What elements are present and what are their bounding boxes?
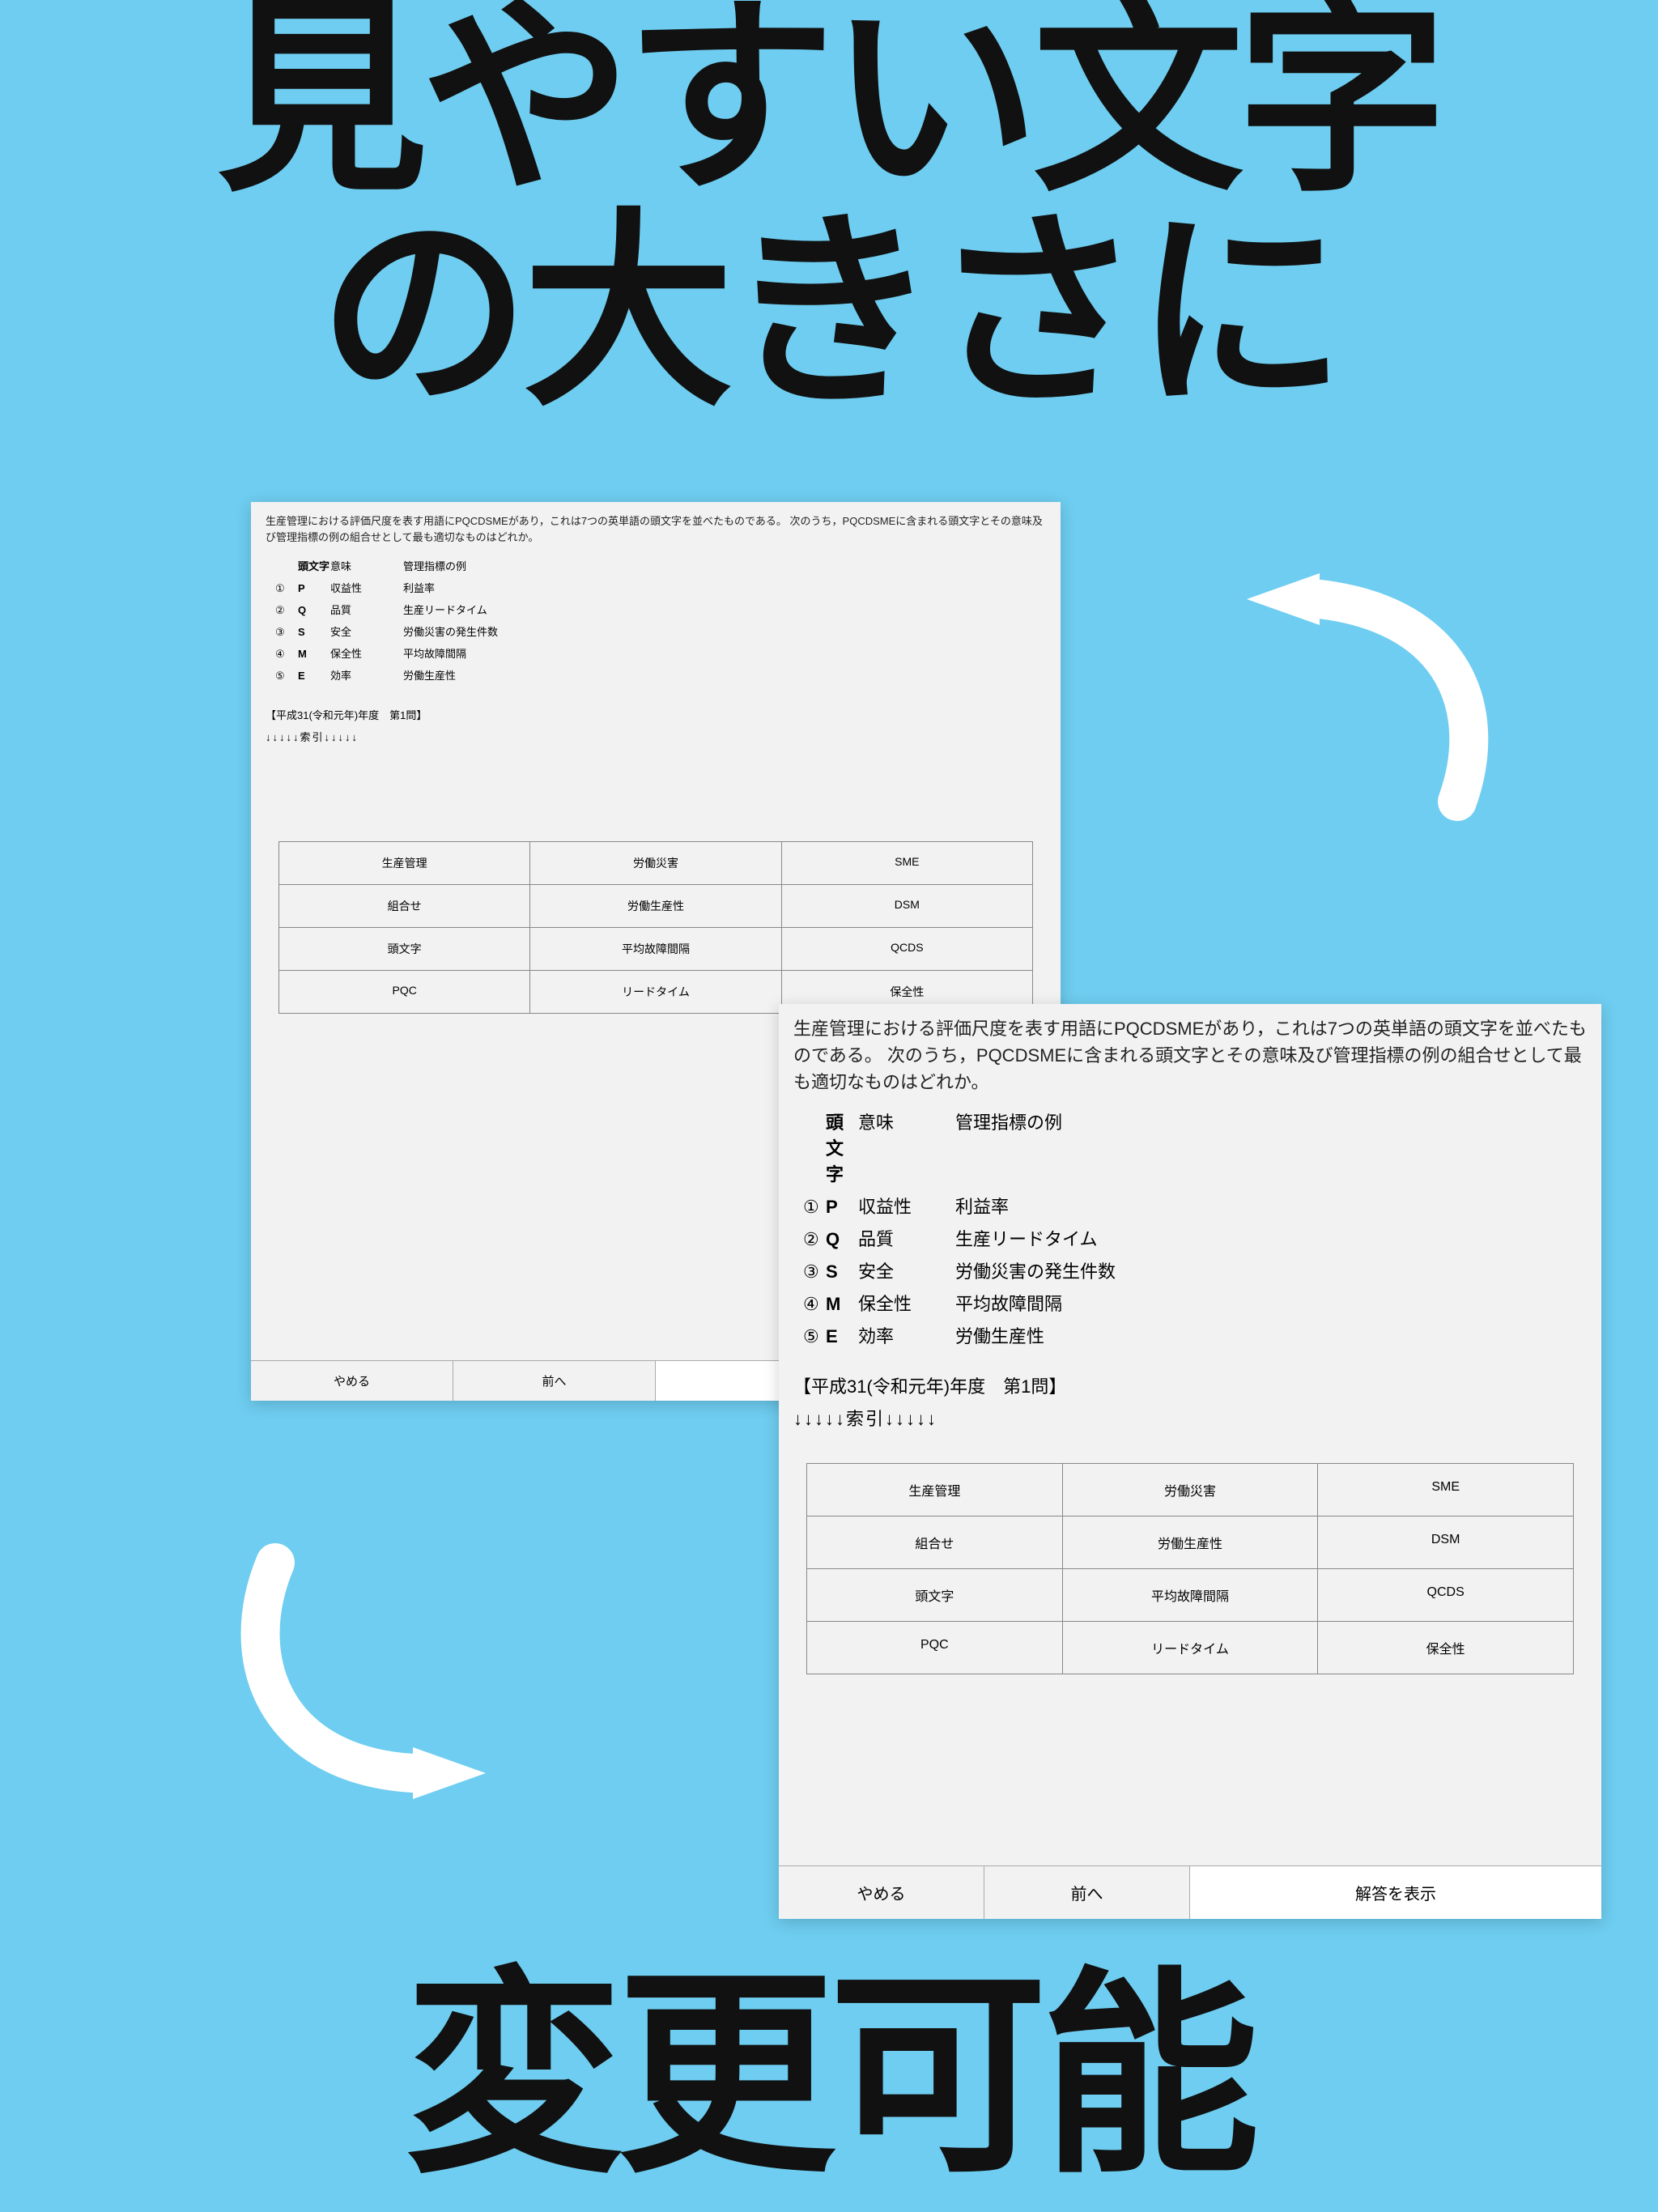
grid-cell[interactable]: SME [1318, 1464, 1574, 1516]
index-marker: ↓↓↓↓↓索引↓↓↓↓↓ [793, 1405, 1601, 1431]
prev-button[interactable]: 前へ [984, 1866, 1190, 1919]
grid-cell[interactable]: 生産管理 [807, 1464, 1063, 1516]
promo-headline-top: 見やすい文字 の大きさに [0, 0, 1658, 421]
grid-cell[interactable]: SME [782, 842, 1033, 885]
grid-cell[interactable]: 平均故障間隔 [530, 928, 781, 971]
definition-table: 頭文字 意味 管理指標の例 ①P収益性利益率 ②Q品質生産リードタイム ③S安全… [803, 1105, 1601, 1351]
definition-table: 頭文字 意味 管理指標の例 ①P収益性利益率 ②Q品質生産リードタイム ③S安全… [275, 555, 1061, 686]
grid-cell[interactable]: 組合せ [279, 885, 530, 928]
grid-cell[interactable]: リードタイム [1063, 1622, 1319, 1674]
grid-cell[interactable]: 頭文字 [279, 928, 530, 971]
question-text: 生産管理における評価尺度を表す用語にPQCDSMEがあり，これは7つの英単語の頭… [779, 1004, 1601, 1099]
grid-cell[interactable]: 労働生産性 [530, 885, 781, 928]
arrow-icon [1077, 551, 1498, 842]
grid-cell[interactable]: 頭文字 [807, 1569, 1063, 1622]
grid-cell[interactable]: リードタイム [530, 971, 781, 1014]
grid-cell[interactable]: QCDS [1318, 1569, 1574, 1622]
grid-cell[interactable]: DSM [1318, 1516, 1574, 1569]
grid-cell[interactable]: PQC [279, 971, 530, 1014]
grid-cell[interactable]: 労働災害 [1063, 1464, 1319, 1516]
answer-grid: 生産管理 労働災害 SME 組合せ 労働生産性 DSM 頭文字 平均故障間隔 Q… [806, 1463, 1574, 1674]
grid-cell[interactable]: 労働災害 [530, 842, 781, 885]
answer-grid: 生産管理 労働災害 SME 組合せ 労働生産性 DSM 頭文字 平均故障間隔 Q… [278, 841, 1033, 1014]
grid-cell[interactable]: 労働生産性 [1063, 1516, 1319, 1569]
question-text: 生産管理における評価尺度を表す用語にPQCDSMEがあり，これは7つの英単語の頭… [251, 502, 1061, 548]
quit-button[interactable]: やめる [779, 1866, 984, 1919]
footer-bar: やめる 前へ 解答を表示 [779, 1865, 1601, 1919]
promo-headline-bottom: 変更可能 [0, 1965, 1658, 2188]
prev-button[interactable]: 前へ [453, 1361, 656, 1401]
arrow-icon [227, 1530, 648, 1822]
grid-cell[interactable]: PQC [807, 1622, 1063, 1674]
question-meta: 【平成31(令和元年)年度 第1問】 [793, 1372, 1601, 1398]
screenshot-large: 生産管理における評価尺度を表す用語にPQCDSMEがあり，これは7つの英単語の頭… [779, 1004, 1601, 1919]
question-meta: 【平成31(令和元年)年度 第1問】 [266, 707, 1061, 722]
grid-cell[interactable]: DSM [782, 885, 1033, 928]
quit-button[interactable]: やめる [251, 1361, 453, 1401]
grid-cell[interactable]: 保全性 [1318, 1622, 1574, 1674]
grid-cell[interactable]: 平均故障間隔 [1063, 1569, 1319, 1622]
grid-cell[interactable]: QCDS [782, 928, 1033, 971]
show-answer-button[interactable]: 解答を表示 [1190, 1866, 1601, 1919]
index-marker: ↓↓↓↓↓索引↓↓↓↓↓ [266, 729, 1061, 744]
grid-cell[interactable]: 生産管理 [279, 842, 530, 885]
grid-cell[interactable]: 組合せ [807, 1516, 1063, 1569]
